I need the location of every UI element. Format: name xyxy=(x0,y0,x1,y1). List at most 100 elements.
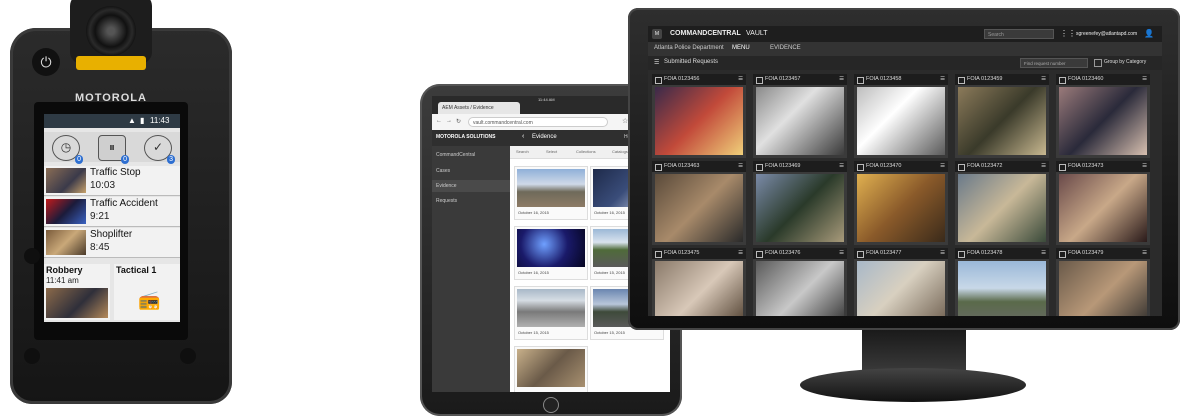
card-menu-icon[interactable]: ☰ xyxy=(1041,248,1046,259)
evidence-link[interactable]: EVIDENCE xyxy=(770,45,801,51)
request-card[interactable]: FOIA 0123475 ☰ xyxy=(652,248,746,316)
card-menu-icon[interactable]: ☰ xyxy=(940,248,945,259)
request-number: FOIA 0123470 xyxy=(866,163,902,169)
pause-icon[interactable]: ⏸ 0 xyxy=(98,135,129,164)
request-card[interactable]: FOIA 0123479 ☰ xyxy=(1056,248,1150,316)
card-menu-icon[interactable]: ☰ xyxy=(1142,248,1147,259)
select-checkbox[interactable] xyxy=(756,164,763,171)
request-number: FOIA 0123479 xyxy=(1068,250,1104,256)
request-card[interactable]: FOIA 0123457 ☰ xyxy=(753,74,847,158)
search-input[interactable]: Search xyxy=(984,29,1054,39)
select-checkbox[interactable] xyxy=(958,164,965,171)
card-menu-icon[interactable]: ☰ xyxy=(839,248,844,259)
request-card[interactable]: FOIA 0123473 ☰ xyxy=(1056,161,1150,245)
evidence-card[interactable] xyxy=(514,346,588,392)
request-card[interactable]: FOIA 0123469 ☰ xyxy=(753,161,847,245)
card-menu-icon[interactable]: ☰ xyxy=(839,74,844,85)
incident-item[interactable]: Shoplifter 8:45 xyxy=(44,228,180,258)
group-checkbox[interactable] xyxy=(1094,59,1102,67)
card-menu-icon[interactable]: ☰ xyxy=(1142,74,1147,85)
request-card[interactable]: FOIA 0123477 ☰ xyxy=(854,248,948,316)
camera-lens-icon xyxy=(86,6,136,56)
select-checkbox[interactable] xyxy=(1059,164,1066,171)
apps-grid-icon[interactable]: ⋮⋮ xyxy=(1060,29,1076,38)
home-button[interactable] xyxy=(543,397,559,413)
sidebar-item-commandcentral[interactable]: CommandCentral xyxy=(436,152,475,158)
power-button[interactable]: ⏻ xyxy=(32,48,60,76)
forward-icon[interactable]: → xyxy=(446,118,452,124)
user-icon[interactable]: 👤 xyxy=(1144,29,1154,38)
sidebar-item-evidence[interactable]: Evidence xyxy=(436,183,457,189)
reload-icon[interactable]: ↻ xyxy=(456,118,461,125)
select-checkbox[interactable] xyxy=(655,77,662,84)
request-number: FOIA 0123459 xyxy=(967,76,1003,82)
bottom-left-button[interactable] xyxy=(24,348,40,364)
request-thumbnail xyxy=(958,261,1046,316)
browser-tab[interactable]: AEM Assets / Evidence xyxy=(438,102,520,114)
toolbar-catalogs[interactable]: Catalogs xyxy=(612,149,628,154)
back-icon[interactable]: ‹ xyxy=(522,133,524,140)
toolbar-search[interactable]: Search xyxy=(516,149,529,154)
incident-item[interactable]: Traffic Accident 9:21 xyxy=(44,197,180,227)
check-icon[interactable]: ✓ 3 xyxy=(144,135,175,164)
card-menu-icon[interactable]: ☰ xyxy=(1142,161,1147,172)
card-menu-icon[interactable]: ☰ xyxy=(738,74,743,85)
request-card[interactable]: FOIA 0123459 ☰ xyxy=(955,74,1049,158)
select-checkbox[interactable] xyxy=(1059,77,1066,84)
card-menu-icon[interactable]: ☰ xyxy=(738,248,743,259)
evidence-card[interactable]: October 15, 2015 xyxy=(514,286,588,340)
card-menu-icon[interactable]: ☰ xyxy=(1041,161,1046,172)
find-request-input[interactable]: Find request number xyxy=(1020,58,1088,68)
request-card-header: FOIA 0123456 ☰ xyxy=(652,74,746,85)
select-checkbox[interactable] xyxy=(958,77,965,84)
card-menu-icon[interactable]: ☰ xyxy=(738,161,743,172)
sidebar-item-cases[interactable]: Cases xyxy=(436,168,450,174)
request-card-header: FOIA 0123476 ☰ xyxy=(753,248,847,259)
select-checkbox[interactable] xyxy=(857,251,864,258)
bottom-button[interactable] xyxy=(180,348,196,364)
menu-button[interactable]: MENU xyxy=(732,45,750,51)
url-input[interactable]: vault.commandcentral.com xyxy=(468,117,608,127)
evidence-card[interactable]: October 16, 2015 xyxy=(514,226,588,280)
request-card[interactable]: FOIA 0123472 ☰ xyxy=(955,161,1049,245)
card-menu-icon[interactable]: ☰ xyxy=(839,161,844,172)
request-card[interactable]: FOIA 0123470 ☰ xyxy=(854,161,948,245)
incident-item[interactable]: Traffic Stop 10:03 xyxy=(44,166,180,196)
back-icon[interactable]: ← xyxy=(436,118,442,124)
select-checkbox[interactable] xyxy=(756,251,763,258)
sidebar-item-requests[interactable]: Requests xyxy=(436,198,457,204)
toolbar-collections[interactable]: Collections xyxy=(576,149,596,154)
request-card[interactable]: FOIA 0123463 ☰ xyxy=(652,161,746,245)
history-icon[interactable]: ◷ 0 xyxy=(52,135,83,164)
request-card[interactable]: FOIA 0123476 ☰ xyxy=(753,248,847,316)
evidence-card[interactable]: October 16, 2015 xyxy=(514,166,588,220)
monitor-screen: M COMMANDCENTRAL VAULT Search ⋮⋮ sgreene… xyxy=(648,26,1162,316)
card-menu-icon[interactable]: ☰ xyxy=(1041,74,1046,85)
card-menu-icon[interactable]: ☰ xyxy=(940,74,945,85)
request-card[interactable]: FOIA 0123456 ☰ xyxy=(652,74,746,158)
request-card-header: FOIA 0123475 ☰ xyxy=(652,248,746,259)
request-thumbnail xyxy=(1059,174,1147,242)
incident-tile[interactable]: Tactical 1 📻 xyxy=(114,264,180,320)
request-card[interactable]: FOIA 0123478 ☰ xyxy=(955,248,1049,316)
user-email[interactable]: sgreenefey@atlantapd.com xyxy=(1076,31,1137,37)
section-header: ☰ Submitted Requests Find request number… xyxy=(648,56,1162,70)
request-thumbnail xyxy=(958,174,1046,242)
incident-time: 8:45 xyxy=(90,242,110,253)
select-checkbox[interactable] xyxy=(857,77,864,84)
select-checkbox[interactable] xyxy=(655,164,662,171)
request-number: FOIA 0123472 xyxy=(967,163,1003,169)
select-checkbox[interactable] xyxy=(857,164,864,171)
device-brand-label: MOTOROLA xyxy=(75,92,147,104)
side-button[interactable] xyxy=(24,248,40,264)
card-menu-icon[interactable]: ☰ xyxy=(940,161,945,172)
select-checkbox[interactable] xyxy=(1059,251,1066,258)
select-checkbox[interactable] xyxy=(655,251,662,258)
incident-tile[interactable]: Robbery 11:41 am xyxy=(44,264,110,320)
select-checkbox[interactable] xyxy=(756,77,763,84)
request-card[interactable]: FOIA 0123460 ☰ xyxy=(1056,74,1150,158)
select-checkbox[interactable] xyxy=(958,251,965,258)
request-card[interactable]: FOIA 0123458 ☰ xyxy=(854,74,948,158)
toolbar-select[interactable]: Select xyxy=(546,149,557,154)
incident-time: 9:21 xyxy=(90,211,110,222)
